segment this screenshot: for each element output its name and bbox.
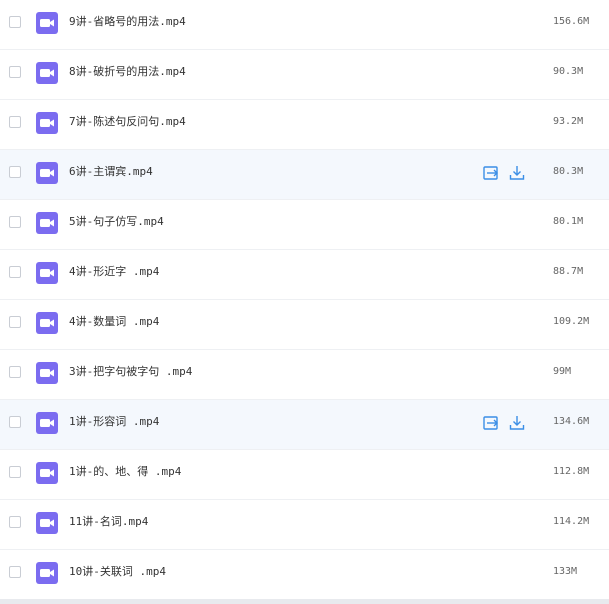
video-file-icon [36, 312, 58, 334]
file-name[interactable]: 4讲-数量词 .mp4 [69, 315, 159, 329]
video-file-icon [36, 462, 58, 484]
file-name[interactable]: 10讲-关联词 .mp4 [69, 565, 166, 579]
file-name[interactable]: 9讲-省略号的用法.mp4 [69, 15, 186, 29]
file-name[interactable]: 1讲-的、地、得 .mp4 [69, 465, 181, 479]
file-row[interactable]: 1讲-的、地、得 .mp4 112.8M [0, 450, 609, 500]
file-size: 156.6M [553, 16, 590, 27]
video-file-icon [36, 512, 58, 534]
share-icon[interactable] [482, 414, 500, 432]
file-row[interactable]: 7讲-陈述句反问句.mp4 93.2M [0, 100, 609, 150]
row-checkbox[interactable] [9, 566, 21, 578]
file-name[interactable]: 1讲-形容词 .mp4 [69, 415, 159, 429]
video-file-icon [36, 62, 58, 84]
file-list: 9讲-省略号的用法.mp4 156.6M 8讲-破折号的用法.mp4 90.3M… [0, 0, 609, 604]
file-rows: 9讲-省略号的用法.mp4 156.6M 8讲-破折号的用法.mp4 90.3M… [0, 0, 609, 600]
file-name[interactable]: 5讲-句子仿写.mp4 [69, 215, 164, 229]
file-size: 93.2M [553, 116, 584, 127]
file-name[interactable]: 6讲-主谓宾.mp4 [69, 165, 153, 179]
download-icon[interactable] [508, 414, 526, 432]
file-row[interactable]: 8讲-破折号的用法.mp4 90.3M [0, 50, 609, 100]
file-row[interactable]: 5讲-句子仿写.mp4 80.1M [0, 200, 609, 250]
video-file-icon [36, 212, 58, 234]
file-size: 80.1M [553, 216, 584, 227]
file-row[interactable]: 4讲-数量词 .mp4 109.2M [0, 300, 609, 350]
file-name[interactable]: 8讲-破折号的用法.mp4 [69, 65, 186, 79]
file-size: 80.3M [553, 166, 584, 177]
file-row[interactable]: 10讲-关联词 .mp4 133M [0, 550, 609, 600]
file-row[interactable]: 4讲-形近字 .mp4 88.7M [0, 250, 609, 300]
video-file-icon [36, 162, 58, 184]
file-size: 90.3M [553, 66, 584, 77]
file-size: 133M [553, 566, 578, 577]
row-checkbox[interactable] [9, 16, 21, 28]
row-checkbox[interactable] [9, 166, 21, 178]
file-row[interactable]: 11讲-名词.mp4 114.2M [0, 500, 609, 550]
video-file-icon [36, 112, 58, 134]
video-file-icon [36, 262, 58, 284]
video-file-icon [36, 12, 58, 34]
row-checkbox[interactable] [9, 266, 21, 278]
file-name[interactable]: 11讲-名词.mp4 [69, 515, 148, 529]
row-checkbox[interactable] [9, 66, 21, 78]
video-file-icon [36, 562, 58, 584]
file-size: 112.8M [553, 466, 590, 477]
video-file-icon [36, 362, 58, 384]
row-checkbox[interactable] [9, 366, 21, 378]
file-size: 99M [553, 366, 572, 377]
row-checkbox[interactable] [9, 516, 21, 528]
row-checkbox[interactable] [9, 316, 21, 328]
file-size: 109.2M [553, 316, 590, 327]
file-size: 88.7M [553, 266, 584, 277]
file-name[interactable]: 4讲-形近字 .mp4 [69, 265, 159, 279]
file-size: 134.6M [553, 416, 590, 427]
horizontal-scrollbar[interactable] [0, 599, 609, 604]
file-size: 114.2M [553, 516, 590, 527]
row-checkbox[interactable] [9, 416, 21, 428]
row-checkbox[interactable] [9, 116, 21, 128]
file-row[interactable]: 3讲-把字句被字句 .mp4 99M [0, 350, 609, 400]
video-file-icon [36, 412, 58, 434]
download-icon[interactable] [508, 164, 526, 182]
file-row[interactable]: 1讲-形容词 .mp4 134.6M [0, 400, 609, 450]
file-name[interactable]: 3讲-把字句被字句 .mp4 [69, 365, 192, 379]
share-icon[interactable] [482, 164, 500, 182]
file-row[interactable]: 6讲-主谓宾.mp4 80.3M [0, 150, 609, 200]
row-checkbox[interactable] [9, 216, 21, 228]
row-checkbox[interactable] [9, 466, 21, 478]
file-name[interactable]: 7讲-陈述句反问句.mp4 [69, 115, 186, 129]
file-row[interactable]: 9讲-省略号的用法.mp4 156.6M [0, 0, 609, 50]
